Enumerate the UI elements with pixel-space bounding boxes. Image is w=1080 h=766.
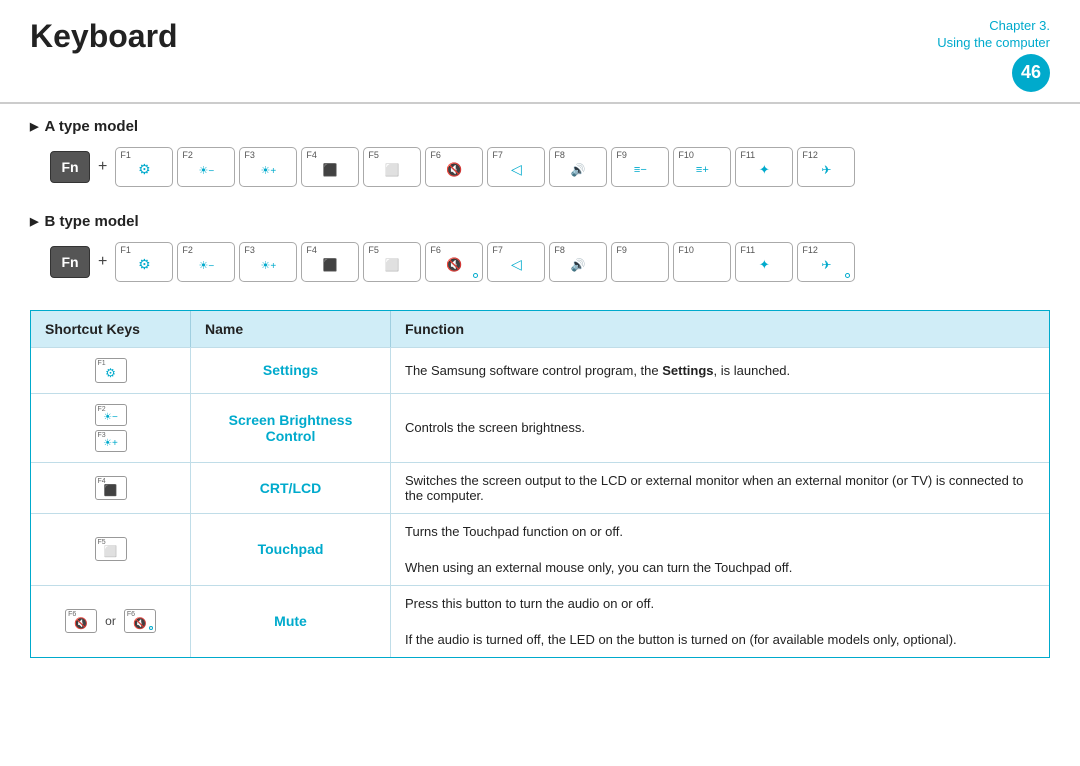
b-type-key-row: Fn + F1 ⚙ F2 ☀− F3 ☀+ F4 ⬛ F5 ⬜ F6 🔇: [0, 238, 1080, 294]
table-row-mute: F6 🔇 or F6 🔇 Mute Press: [31, 585, 1049, 658]
fkey-a-f6: F6 🔇: [425, 147, 483, 187]
fkey-a-f9: F9 ≡−: [611, 147, 669, 187]
mini-key-f6-mute-dot: F6 🔇: [124, 609, 156, 633]
fkey-a-f8: F8 🔊: [549, 147, 607, 187]
or-text: or: [105, 614, 116, 628]
mute-keys-inline: F6 🔇 or F6 🔇: [65, 609, 156, 633]
fn-key-a: Fn: [50, 151, 90, 183]
plus-a: +: [98, 158, 107, 176]
fkey-b-f7: F7 ◁: [487, 242, 545, 282]
td-func-brightness: Controls the screen brightness.: [391, 394, 1049, 462]
fkey-b-f3: F3 ☀+: [239, 242, 297, 282]
shortcut-table: Shortcut Keys Name Function F1 ⚙ Setting…: [30, 310, 1050, 658]
table-body: F1 ⚙ Settings The Samsung software contr…: [31, 347, 1049, 658]
mini-key-f4-crtlcd: F4 ⬛: [95, 476, 127, 500]
th-name: Name: [191, 311, 391, 347]
fkey-b-f4: F4 ⬛: [301, 242, 359, 282]
fkey-a-f11: F11 ✦: [735, 147, 793, 187]
fkey-b-f12-dot: [845, 273, 850, 278]
fkey-b-f11: F11 ✦: [735, 242, 793, 282]
td-name-touchpad: Touchpad: [191, 514, 391, 585]
mini-key-f5-touchpad: F5 ⬜: [95, 537, 127, 561]
td-func-mute: Press this button to turn the audio on o…: [391, 586, 1049, 657]
fkey-b-f6: F6 🔇: [425, 242, 483, 282]
page-number: 46: [1012, 54, 1050, 92]
mini-key-f6-mute: F6 🔇: [65, 609, 97, 633]
td-keys-brightness: F2 ☀− F3 ☀+: [31, 394, 191, 462]
td-keys-mute: F6 🔇 or F6 🔇: [31, 586, 191, 657]
fkey-a-f10: F10 ≡+: [673, 147, 731, 187]
fn-key-b: Fn: [50, 246, 90, 278]
fkey-b-f2: F2 ☀−: [177, 242, 235, 282]
td-name-brightness: Screen Brightness Control: [191, 394, 391, 462]
mini-key-f6-dot: [149, 626, 153, 630]
th-function: Function: [391, 311, 1049, 347]
fkey-a-f2: F2 ☀−: [177, 147, 235, 187]
fkey-b-f5: F5 ⬜: [363, 242, 421, 282]
page-title: Keyboard: [30, 18, 937, 55]
fkey-b-f10: F10: [673, 242, 731, 282]
td-name-settings: Settings: [191, 348, 391, 393]
td-func-crtlcd: Switches the screen output to the LCD or…: [391, 463, 1049, 513]
mini-key-f3-brightness: F3 ☀+: [95, 430, 127, 452]
table-row-settings: F1 ⚙ Settings The Samsung software contr…: [31, 347, 1049, 393]
section-a-header: A type model: [0, 104, 1080, 143]
td-keys-settings: F1 ⚙: [31, 348, 191, 393]
chapter-badge: Chapter 3. Using the computer 46: [937, 18, 1050, 92]
page: Keyboard Chapter 3. Using the computer 4…: [0, 0, 1080, 766]
table-row-brightness: F2 ☀− F3 ☀+ Screen Brightness Control Co…: [31, 393, 1049, 462]
mini-key-f2-brightness: F2 ☀−: [95, 404, 127, 426]
a-type-key-row: Fn + F1 ⚙ F2 ☀− F3 ☀+ F4 ⬛ F5 ⬜ F6 🔇: [0, 143, 1080, 199]
table-row-crtlcd: F4 ⬛ CRT/LCD Switches the screen output …: [31, 462, 1049, 513]
td-keys-touchpad: F5 ⬜: [31, 514, 191, 585]
td-func-touchpad: Turns the Touchpad function on or off. W…: [391, 514, 1049, 585]
fkey-a-f5: F5 ⬜: [363, 147, 421, 187]
header: Keyboard Chapter 3. Using the computer 4…: [0, 0, 1080, 104]
fkey-a-f3: F3 ☀+: [239, 147, 297, 187]
th-shortcut-keys: Shortcut Keys: [31, 311, 191, 347]
table-header: Shortcut Keys Name Function: [31, 311, 1049, 347]
fkey-b-f1: F1 ⚙: [115, 242, 173, 282]
fkey-a-f4: F4 ⬛: [301, 147, 359, 187]
section-b-header: B type model: [0, 199, 1080, 238]
td-keys-crtlcd: F4 ⬛: [31, 463, 191, 513]
fkey-b-f9: F9: [611, 242, 669, 282]
td-name-mute: Mute: [191, 586, 391, 657]
fkey-a-f12: F12 ✈: [797, 147, 855, 187]
plus-b: +: [98, 253, 107, 271]
table-row-touchpad: F5 ⬜ Touchpad Turns the Touchpad functio…: [31, 513, 1049, 585]
td-func-settings: The Samsung software control program, th…: [391, 348, 1049, 393]
td-name-crtlcd: CRT/LCD: [191, 463, 391, 513]
fkey-a-f1: F1 ⚙: [115, 147, 173, 187]
fkey-b-f6-dot: [473, 273, 478, 278]
fkey-b-f12: F12 ✈: [797, 242, 855, 282]
fkey-b-f8: F8 🔊: [549, 242, 607, 282]
chapter-text: Chapter 3. Using the computer: [937, 18, 1050, 52]
mini-key-f1-settings: F1 ⚙: [95, 358, 127, 383]
fkey-a-f7: F7 ◁: [487, 147, 545, 187]
